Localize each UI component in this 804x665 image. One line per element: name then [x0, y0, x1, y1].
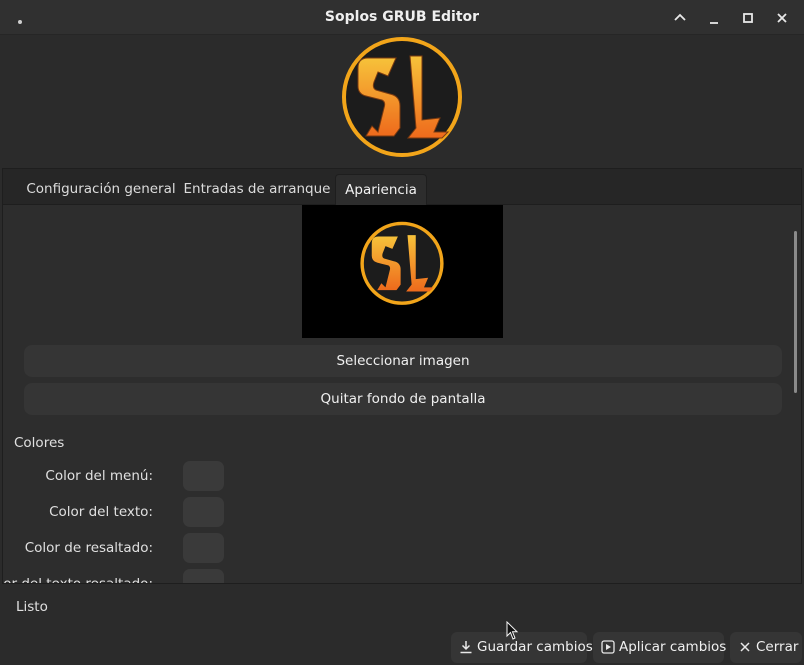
- maximize-up-icon[interactable]: [668, 6, 692, 30]
- remove-wallpaper-button[interactable]: Quitar fondo de pantalla: [24, 383, 782, 415]
- close-icon: [738, 640, 752, 654]
- close-window-icon[interactable]: [770, 6, 794, 30]
- play-icon: [601, 640, 615, 654]
- select-image-button[interactable]: Seleccionar imagen: [24, 345, 782, 377]
- highlight-text-color-label: Color del texto resaltado:: [3, 569, 153, 583]
- highlight-color-row: Color de resaltado:: [3, 533, 403, 563]
- mouse-cursor-icon: [506, 620, 520, 641]
- maximize-icon[interactable]: [736, 6, 760, 30]
- save-changes-label: Guardar cambios: [477, 639, 593, 655]
- tab-appearance[interactable]: Apariencia: [335, 174, 427, 205]
- highlight-color-button[interactable]: [183, 533, 224, 563]
- status-text: Listo: [16, 599, 48, 615]
- highlight-text-color-button[interactable]: [183, 569, 224, 583]
- menu-color-row: Color del menú:: [3, 461, 403, 491]
- soplos-logo: [338, 36, 466, 160]
- highlight-text-color-row: Color del texto resaltado:: [3, 569, 403, 583]
- menu-color-button[interactable]: [183, 461, 224, 491]
- download-icon: [459, 640, 473, 654]
- minimize-icon[interactable]: [702, 6, 726, 30]
- text-color-label: Color del texto:: [49, 504, 153, 520]
- menu-color-label: Color del menú:: [45, 468, 153, 484]
- apply-changes-button[interactable]: Aplicar cambios: [593, 632, 727, 663]
- tab-boot-entries[interactable]: Entradas de arranque: [183, 174, 331, 205]
- highlight-color-label: Color de resaltado:: [24, 540, 153, 556]
- close-label: Cerrar: [756, 639, 799, 655]
- text-color-button[interactable]: [183, 497, 224, 527]
- colors-section-title: Colores: [14, 435, 65, 451]
- appearance-panel: Seleccionar imagen Quitar fondo de panta…: [3, 205, 801, 583]
- apply-changes-label: Aplicar cambios: [619, 639, 727, 655]
- title-bar: Soplos GRUB Editor: [0, 0, 804, 35]
- close-button[interactable]: Cerrar: [730, 632, 802, 663]
- text-color-row: Color del texto:: [3, 497, 403, 527]
- tab-bar: Configuración general Entradas de arranq…: [3, 169, 801, 205]
- tab-general[interactable]: Configuración general: [15, 174, 187, 205]
- vertical-scrollbar[interactable]: [794, 231, 797, 393]
- settings-notebook: Configuración general Entradas de arranq…: [2, 168, 802, 584]
- background-preview: [302, 205, 503, 338]
